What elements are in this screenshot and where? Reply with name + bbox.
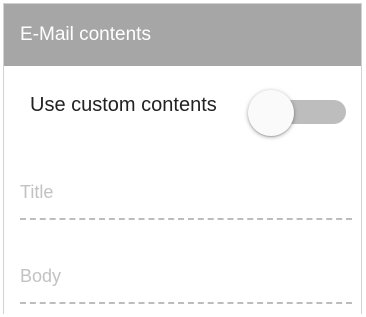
custom-contents-label: Use custom contents [30,94,217,116]
email-contents-panel: E-Mail contents Use custom contents Titl… [3,3,362,314]
title-field[interactable]: Title [20,176,352,220]
title-placeholder: Title [20,182,54,202]
body-field[interactable]: Body [20,260,352,304]
panel-header: E-Mail contents [4,4,361,66]
custom-contents-row: Use custom contents [30,90,350,136]
body-placeholder: Body [20,266,62,286]
toggle-thumb[interactable] [248,90,294,136]
custom-contents-toggle[interactable] [248,90,348,136]
